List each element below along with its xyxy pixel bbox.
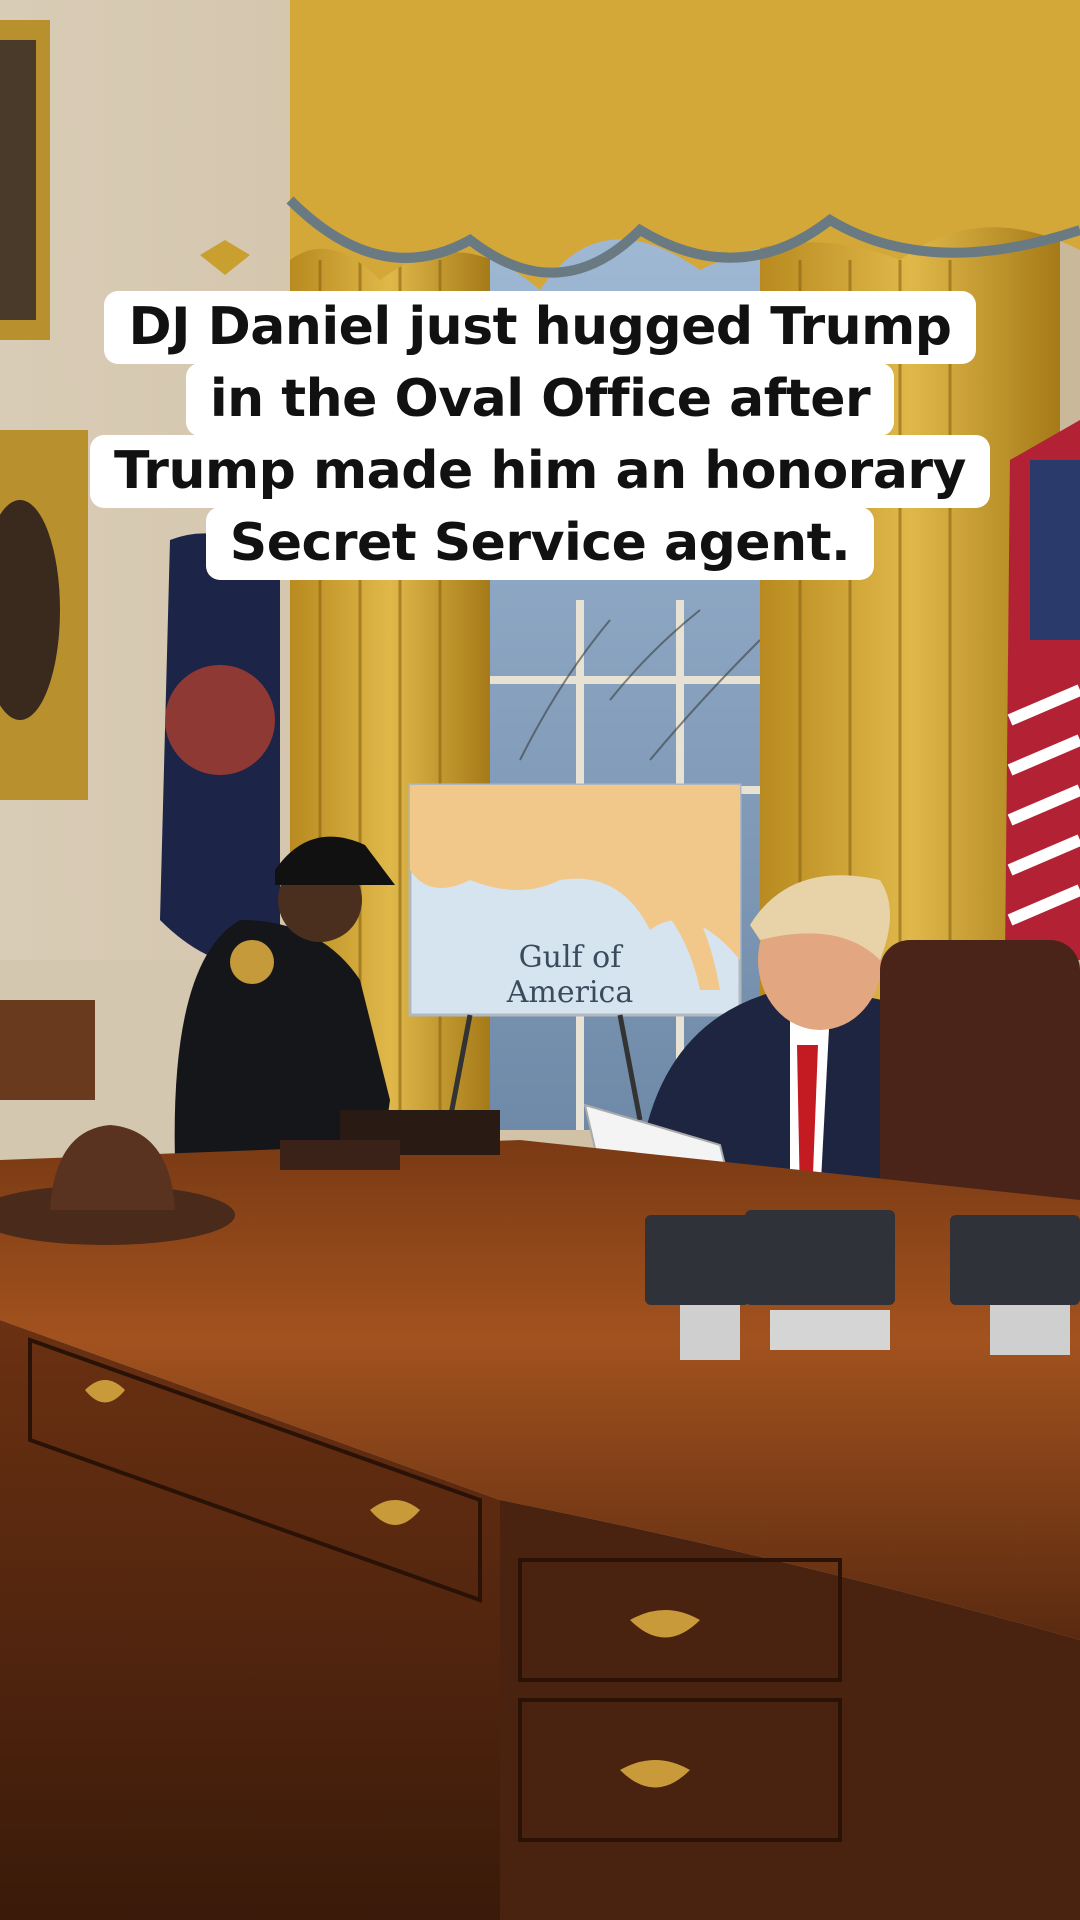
map-poster-label: Gulf of America (506, 940, 634, 1010)
video-frame: Gulf of America DJ Daniel just hugged Tr… (0, 0, 1080, 1920)
caption-overlay: DJ Daniel just hugged Trump in the Oval … (0, 291, 1080, 580)
caption-line-2: in the Oval Office after (185, 363, 895, 436)
desk-phones (645, 1210, 1080, 1360)
caption-line-3: Trump made him an honorary (90, 435, 990, 508)
caption-line-1: DJ Daniel just hugged Trump (104, 291, 976, 364)
caption-line-4: Secret Service agent. (205, 507, 875, 580)
